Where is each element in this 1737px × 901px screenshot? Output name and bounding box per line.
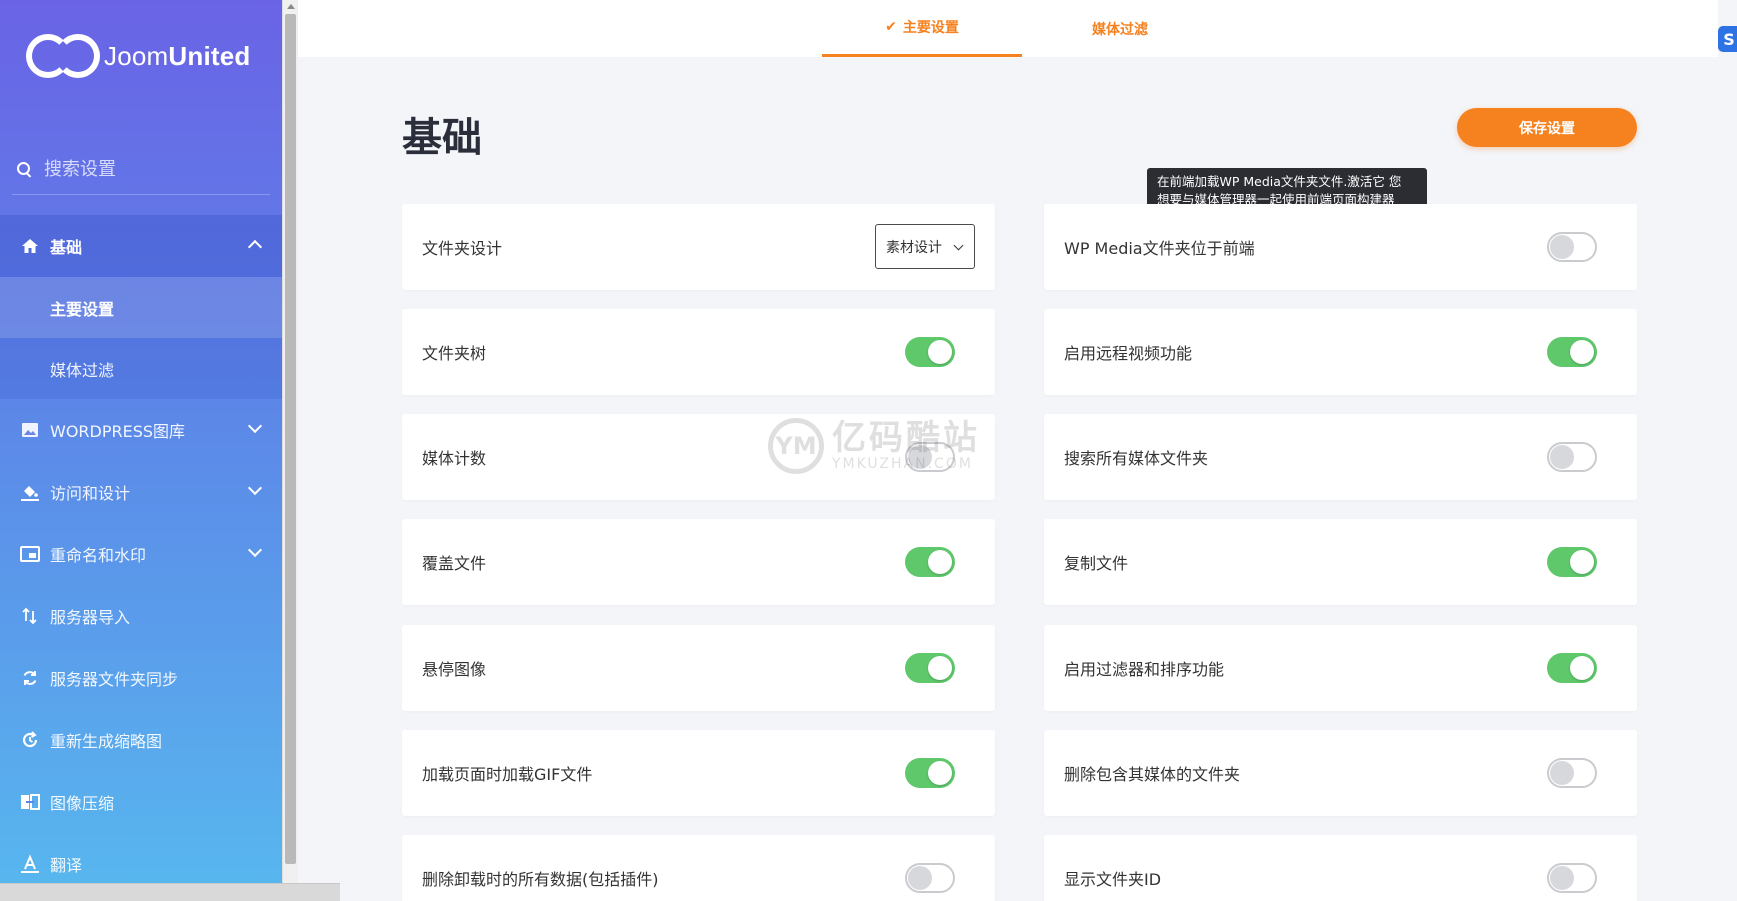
paint-bucket-icon — [20, 482, 40, 502]
search-input[interactable] — [44, 159, 244, 180]
setting-label: WP Media文件夹位于前端 — [1064, 239, 1255, 258]
submenu-basic: 主要设置 媒体过滤 — [0, 277, 282, 399]
setting-delete-all-data: 删除卸载时的所有数据(包括插件) — [402, 835, 995, 901]
delete-folder-media-toggle[interactable] — [1547, 758, 1597, 788]
delete-all-data-toggle[interactable] — [905, 863, 955, 893]
setting-label: 显示文件夹ID — [1064, 870, 1162, 889]
sync-icon — [20, 668, 40, 688]
setting-label: 搜索所有媒体文件夹 — [1064, 449, 1209, 468]
sidebar-item-label: WORDPRESS图库 — [50, 422, 186, 441]
overwrite-file-toggle[interactable] — [905, 547, 955, 577]
scrollbar-thumb[interactable] — [285, 14, 296, 864]
chevron-down-icon — [247, 542, 263, 558]
tab-main-settings[interactable]: ✔ 主要设置 — [822, 0, 1022, 57]
setting-label: 文件夹树 — [422, 344, 487, 363]
wp-media-frontend-toggle[interactable] — [1547, 232, 1597, 262]
filter-sort-toggle[interactable] — [1547, 653, 1597, 683]
sidebar-item-rename-watermark[interactable]: 重命名和水印 — [0, 523, 282, 585]
tab-media-filter[interactable]: 媒体过滤 — [1020, 0, 1220, 57]
regenerate-icon — [20, 730, 40, 750]
search-icon — [16, 161, 34, 179]
joomunited-logo[interactable]: JoomUnited — [26, 30, 250, 82]
setting-hover-image: 悬停图像 — [402, 625, 995, 711]
setting-folder-tree: 文件夹树 — [402, 309, 995, 395]
sidebar-menu: 基础 主要设置 媒体过滤 WORDPRESS图库 访问和设计 重命名和水印 服务… — [0, 215, 282, 895]
folder-tree-toggle[interactable] — [905, 337, 955, 367]
setting-overwrite-file: 覆盖文件 — [402, 519, 995, 605]
sidebar-subitem-main-settings[interactable]: 主要设置 — [0, 277, 282, 338]
folder-design-select[interactable]: 素材设计 — [875, 224, 975, 269]
image-icon — [20, 420, 40, 440]
sidebar-item-basic[interactable]: 基础 — [0, 215, 282, 277]
setting-label: 启用过滤器和排序功能 — [1064, 660, 1225, 679]
horizontal-scrollbar[interactable] — [0, 883, 340, 901]
hover-image-toggle[interactable] — [905, 653, 955, 683]
remote-video-toggle[interactable] — [1547, 337, 1597, 367]
scroll-up-arrow-icon[interactable] — [287, 4, 295, 9]
sidebar-item-label: 图像压缩 — [50, 794, 115, 813]
sidebar-item-regenerate-thumbnails[interactable]: 重新生成缩略图 — [0, 709, 282, 771]
extension-icon[interactable]: S — [1718, 26, 1737, 52]
import-arrows-icon — [20, 606, 40, 626]
logo-icon — [26, 30, 104, 82]
setting-label: 删除卸载时的所有数据(包括插件) — [422, 870, 659, 889]
chevron-down-icon — [247, 480, 263, 496]
chevron-down-icon — [953, 240, 964, 251]
logo-text: JoomUnited — [104, 40, 251, 71]
setting-label: 启用远程视频功能 — [1064, 344, 1193, 363]
save-settings-button[interactable]: 保存设置 — [1457, 108, 1637, 147]
sidebar: JoomUnited 基础 主要设置 媒体过滤 WORDPRESS图库 — [0, 0, 282, 883]
search-all-folders-toggle[interactable] — [1547, 442, 1597, 472]
setting-label: 覆盖文件 — [422, 554, 487, 573]
sidebar-item-label: 访问和设计 — [50, 484, 131, 503]
setting-delete-folder-with-media: 删除包含其媒体的文件夹 — [1044, 730, 1637, 816]
sidebar-item-wordpress-gallery[interactable]: WORDPRESS图库 — [0, 399, 282, 461]
watermark-icon — [20, 544, 40, 564]
setting-folder-design: 文件夹设计 素材设计 — [402, 204, 995, 290]
sidebar-item-label: 基础 — [50, 238, 83, 257]
sidebar-item-server-folder-sync[interactable]: 服务器文件夹同步 — [0, 647, 282, 709]
sidebar-item-label: 重命名和水印 — [50, 546, 147, 565]
setting-remote-video: 启用远程视频功能 — [1044, 309, 1637, 395]
watermark-logo-icon: YM — [768, 418, 824, 474]
setting-label: 文件夹设计 — [422, 239, 503, 258]
tab-label: 主要设置 — [902, 20, 959, 36]
compress-icon — [20, 792, 40, 812]
page-title: 基础 — [402, 115, 482, 161]
setting-filter-sort: 启用过滤器和排序功能 — [1044, 625, 1637, 711]
check-icon: ✔ — [885, 19, 897, 35]
home-icon — [20, 236, 40, 256]
top-tab-bar: ✔ 主要设置 媒体过滤 — [298, 0, 1718, 57]
sidebar-item-label: 翻译 — [50, 856, 83, 875]
watermark: YM 亿码酷站 YMKUZHAN.COM — [768, 418, 980, 474]
setting-show-folder-id: 显示文件夹ID — [1044, 835, 1637, 901]
load-gif-toggle[interactable] — [905, 758, 955, 788]
search-box — [12, 145, 270, 195]
chevron-down-icon — [247, 418, 263, 434]
sidebar-item-label: 服务器文件夹同步 — [50, 670, 179, 689]
vertical-scrollbar[interactable] — [282, 0, 298, 883]
setting-duplicate-file: 复制文件 — [1044, 519, 1637, 605]
sidebar-item-access-design[interactable]: 访问和设计 — [0, 461, 282, 523]
translate-icon — [20, 854, 40, 874]
setting-label: 悬停图像 — [422, 660, 487, 679]
sidebar-item-server-import[interactable]: 服务器导入 — [0, 585, 282, 647]
setting-load-gif: 加载页面时加载GIF文件 — [402, 730, 995, 816]
tab-label: 媒体过滤 — [1092, 21, 1148, 38]
sidebar-item-label: 服务器导入 — [50, 608, 131, 627]
setting-label: 加载页面时加载GIF文件 — [422, 765, 593, 784]
chevron-up-icon — [247, 239, 263, 255]
setting-search-all-folders: 搜索所有媒体文件夹 — [1044, 414, 1637, 500]
sidebar-item-label: 重新生成缩略图 — [50, 732, 163, 751]
show-folder-id-toggle[interactable] — [1547, 863, 1597, 893]
setting-label: 媒体计数 — [422, 449, 487, 468]
setting-label: 复制文件 — [1064, 554, 1129, 573]
sidebar-item-image-compression[interactable]: 图像压缩 — [0, 771, 282, 833]
duplicate-file-toggle[interactable] — [1547, 547, 1597, 577]
setting-wp-media-frontend: WP Media文件夹位于前端 — [1044, 204, 1637, 290]
sidebar-subitem-media-filter[interactable]: 媒体过滤 — [0, 338, 282, 399]
setting-label: 删除包含其媒体的文件夹 — [1064, 765, 1241, 784]
